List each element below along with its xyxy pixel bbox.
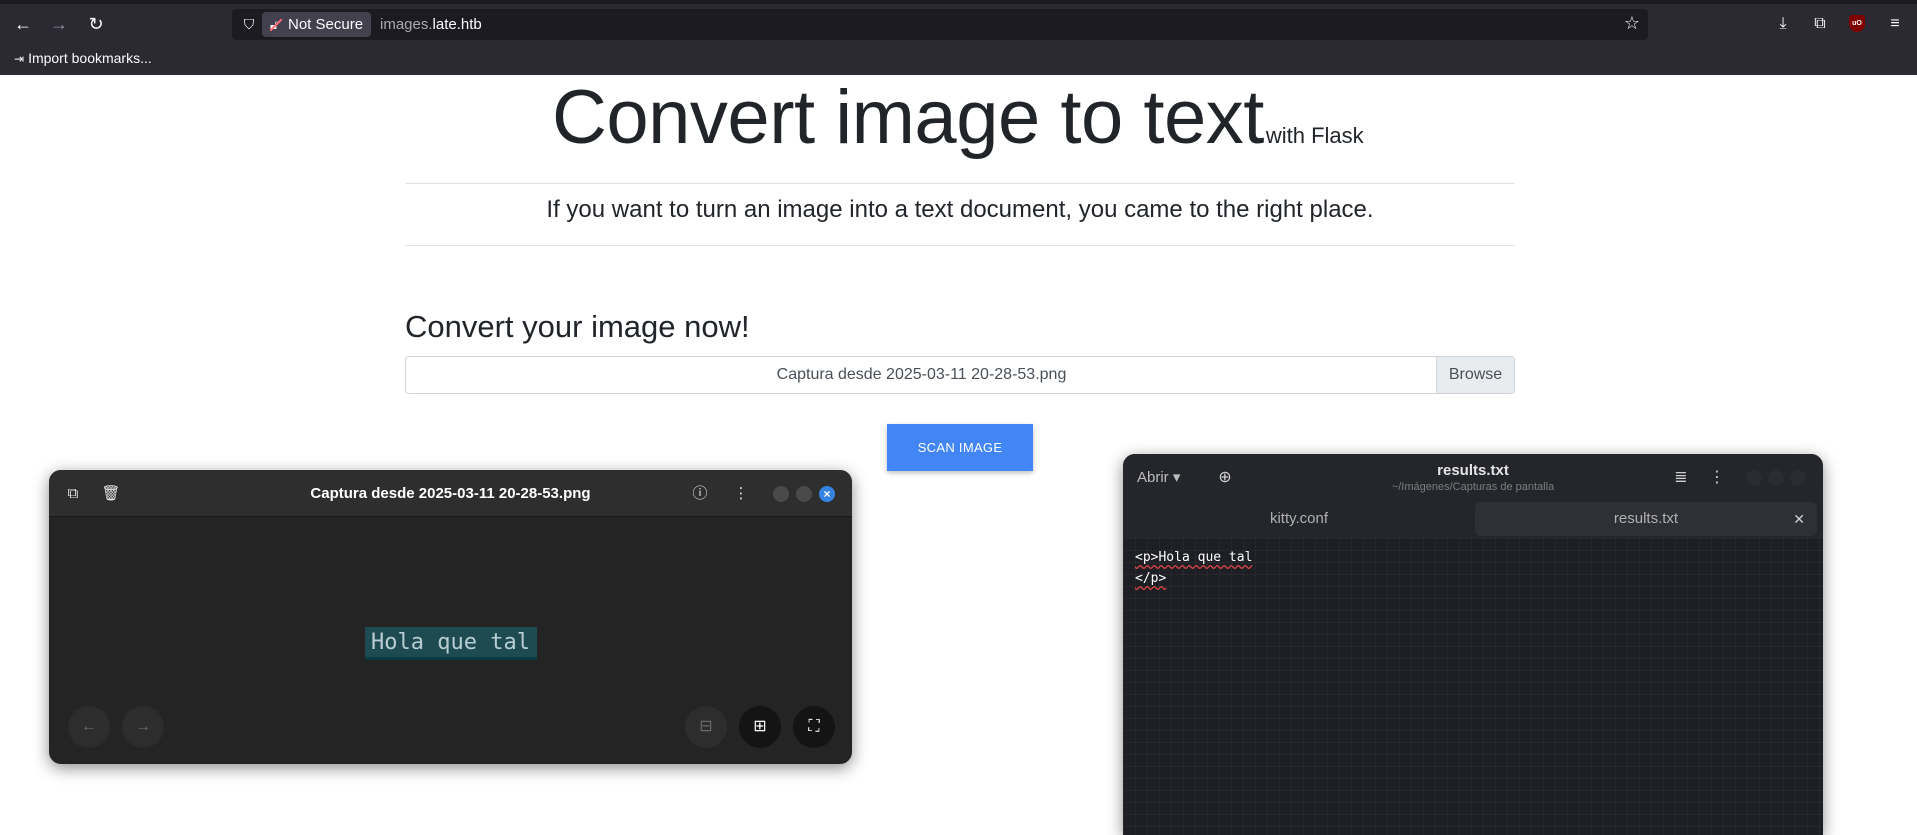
code-line-1: <p>Hola que tal <box>1135 550 1252 565</box>
url-text[interactable]: images.late.htb <box>380 9 482 40</box>
back-arrow-icon[interactable]: ← <box>11 12 35 36</box>
zoom-in-button[interactable]: ⊞ <box>739 706 781 748</box>
editor-close-button[interactable] <box>1790 470 1806 486</box>
tab-label: results.txt <box>1613 510 1679 527</box>
bookmark-star-icon[interactable]: ☆ <box>1624 13 1640 34</box>
import-bookmarks-link[interactable]: ⇥ Import bookmarks... <box>14 50 152 66</box>
scan-image-button[interactable]: SCAN IMAGE <box>887 424 1033 471</box>
browser-toolbar: ← → ↻ ⛉ 🔓︎ Not Secure images.late.htb ☆ … <box>0 0 1917 75</box>
text-editor-window: Abrir ▾ ⊕ results.txt ~/Imágenes/Captura… <box>1123 454 1823 835</box>
forward-arrow-icon[interactable]: → <box>47 12 71 36</box>
url-domain: late.htb <box>432 16 482 33</box>
file-input-label: Captura desde 2025-03-11 20-28-53.png <box>776 366 1067 383</box>
kebab-menu-icon[interactable]: ⋮ <box>731 484 751 504</box>
security-indicator[interactable]: 🔓︎ Not Secure <box>262 12 372 37</box>
page-title-main: Convert image to text <box>552 75 1264 160</box>
maximize-button[interactable] <box>796 486 812 502</box>
import-icon: ⇥ <box>14 52 25 66</box>
extensions-icon[interactable]: ⧉ <box>1808 12 1832 36</box>
code-editor[interactable]: <p>Hola que tal </p> <box>1123 538 1823 835</box>
url-subdomain: images. <box>380 16 433 33</box>
code-line-2: </p> <box>1135 571 1166 586</box>
editor-kebab-menu-icon[interactable]: ⋮ <box>1707 468 1727 488</box>
viewer-headerbar: ⧉ 🗑︎ Captura desde 2025-03-11 20-28-53.p… <box>49 470 852 517</box>
zoom-out-button[interactable]: ⊟ <box>685 706 727 748</box>
minimize-button[interactable] <box>773 486 789 502</box>
editor-tabs: kitty.conf results.txt ✕ <box>1123 500 1823 538</box>
security-label: Not Secure <box>288 16 364 33</box>
editor-headerbar: Abrir ▾ ⊕ results.txt ~/Imágenes/Captura… <box>1123 454 1823 500</box>
fullscreen-button[interactable]: ⛶ <box>793 706 835 748</box>
next-image-button[interactable]: → <box>122 706 164 748</box>
divider-top <box>405 183 1515 184</box>
image-viewer-window: ⧉ 🗑︎ Captura desde 2025-03-11 20-28-53.p… <box>49 470 852 764</box>
page-title: Convert image to textwith Flask <box>552 74 1364 161</box>
tab-label: kitty.conf <box>1269 510 1329 527</box>
divider-bottom <box>405 245 1515 246</box>
ublock-origin-icon[interactable]: uO <box>1849 15 1865 32</box>
tab-results-txt[interactable]: results.txt ✕ <box>1475 502 1817 536</box>
shield-icon[interactable]: ⛉ <box>240 15 258 33</box>
displayed-image-text: Hola que tal <box>371 630 530 655</box>
lead-text: If you want to turn an image into a text… <box>546 196 1374 223</box>
hamburger-menu-icon[interactable]: ≡ <box>1883 12 1907 36</box>
import-bookmarks-label: Import bookmarks... <box>28 50 152 66</box>
tab-kitty-conf[interactable]: kitty.conf <box>1129 502 1469 536</box>
list-menu-icon[interactable]: ≣ <box>1671 468 1691 488</box>
close-button[interactable]: × <box>819 486 835 502</box>
code-line-text: </p> <box>1135 571 1167 586</box>
address-bar[interactable]: ⛉ 🔓︎ Not Secure images.late.htb ☆ <box>232 9 1648 40</box>
browse-button[interactable]: Browse <box>1436 357 1514 393</box>
close-tab-icon[interactable]: ✕ <box>1793 502 1805 536</box>
page-title-suffix: with Flask <box>1265 123 1364 148</box>
downloads-icon[interactable]: ⤓ <box>1771 12 1795 36</box>
reload-icon[interactable]: ↻ <box>84 12 108 36</box>
file-input[interactable]: Captura desde 2025-03-11 20-28-53.png Br… <box>405 356 1515 394</box>
info-icon[interactable]: ⓘ <box>690 484 710 504</box>
code-line-text: <p>Hola que tal <box>1135 550 1253 565</box>
editor-minimize-button[interactable] <box>1746 470 1762 486</box>
tab-strip <box>0 0 1917 4</box>
lock-icon: 🔓︎ <box>270 12 278 37</box>
editor-maximize-button[interactable] <box>1768 470 1784 486</box>
previous-image-button[interactable]: ← <box>68 706 110 748</box>
section-title: Convert your image now! <box>405 309 750 344</box>
